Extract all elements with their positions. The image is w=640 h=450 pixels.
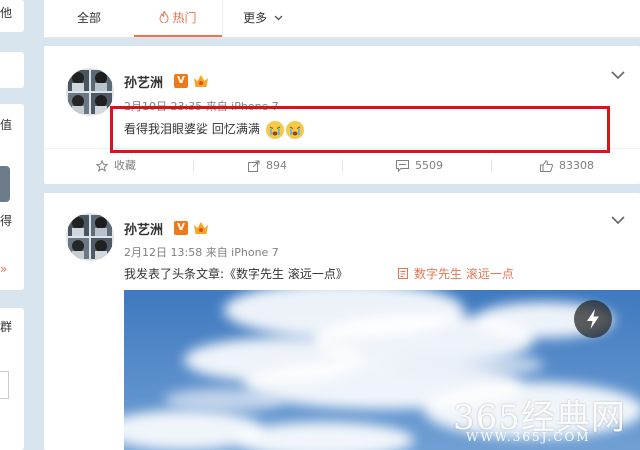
- divider: [193, 159, 194, 173]
- thumb-up-icon: [540, 160, 553, 172]
- chevron-down-icon: [274, 15, 283, 21]
- divider: [491, 159, 492, 173]
- left-sidebar-char[interactable]: 得: [0, 212, 12, 229]
- article-link-label: 数字先生 滚远一点: [414, 267, 514, 281]
- tab-hot[interactable]: 热门: [134, 0, 222, 37]
- favorite-button[interactable]: 收藏: [95, 149, 136, 183]
- comment-icon: [396, 160, 409, 173]
- tab-more-label: 更多: [243, 11, 268, 25]
- left-sidebar-card-4: 群: [0, 308, 24, 450]
- like-count: 83308: [559, 159, 594, 172]
- left-sidebar-char[interactable]: 值: [0, 116, 12, 133]
- post-text: 我发表了头条文章:《数字先生 滚远一点》: [124, 267, 348, 281]
- favorite-label: 收藏: [114, 159, 136, 172]
- crown-icon[interactable]: [193, 221, 209, 235]
- comment-button[interactable]: 5509: [396, 149, 443, 183]
- input-fragment[interactable]: [0, 371, 9, 399]
- repost-button[interactable]: 894: [248, 149, 287, 183]
- comment-count: 5509: [415, 159, 443, 172]
- left-sidebar-card-2: [0, 52, 24, 88]
- fire-icon: [159, 9, 169, 24]
- tab-all[interactable]: 全部: [44, 0, 134, 37]
- left-sidebar-card-3: 值 得 »: [0, 104, 24, 290]
- chevron-down-icon[interactable]: [610, 70, 626, 80]
- author-name[interactable]: 孙艺洲: [124, 219, 163, 238]
- star-icon: [95, 159, 109, 172]
- article-icon: [398, 268, 408, 279]
- share-icon: [248, 160, 260, 172]
- lightning-icon: [587, 309, 599, 329]
- left-sidebar-char[interactable]: 群: [0, 318, 12, 335]
- more-arrow[interactable]: »: [0, 262, 7, 276]
- article-link[interactable]: 数字先生 滚远一点: [398, 265, 514, 282]
- tab-hot-label: 热门: [172, 11, 197, 25]
- live-photo-button[interactable]: [574, 300, 612, 338]
- verified-badge[interactable]: V: [174, 74, 188, 88]
- avatar[interactable]: [66, 213, 114, 261]
- crown-icon[interactable]: [193, 74, 209, 88]
- post-actions: 收藏 894 5509 83308: [44, 148, 640, 183]
- avatar-fragment: [0, 166, 10, 202]
- post-time-source[interactable]: 2月12日 13:58 来自 iPhone 7: [124, 244, 279, 260]
- feed-tabs: 全部 热门 更多: [44, 0, 640, 38]
- highlight-box: [110, 106, 610, 153]
- left-sidebar-card-1: 他: [0, 0, 24, 32]
- tab-more[interactable]: 更多: [222, 0, 303, 37]
- left-sidebar-char: 他: [0, 6, 13, 20]
- left-sidebar: 他 值 得 » 群: [0, 0, 26, 450]
- avatar[interactable]: [66, 68, 114, 116]
- author-name[interactable]: 孙艺洲: [124, 72, 163, 91]
- tab-all-label: 全部: [76, 11, 101, 25]
- repost-count: 894: [266, 159, 287, 172]
- like-button[interactable]: 83308: [540, 149, 594, 183]
- verified-badge[interactable]: V: [174, 221, 188, 235]
- chevron-down-icon[interactable]: [610, 215, 626, 225]
- watermark-url: WWW.365J.COM: [466, 430, 591, 444]
- divider: [342, 159, 343, 173]
